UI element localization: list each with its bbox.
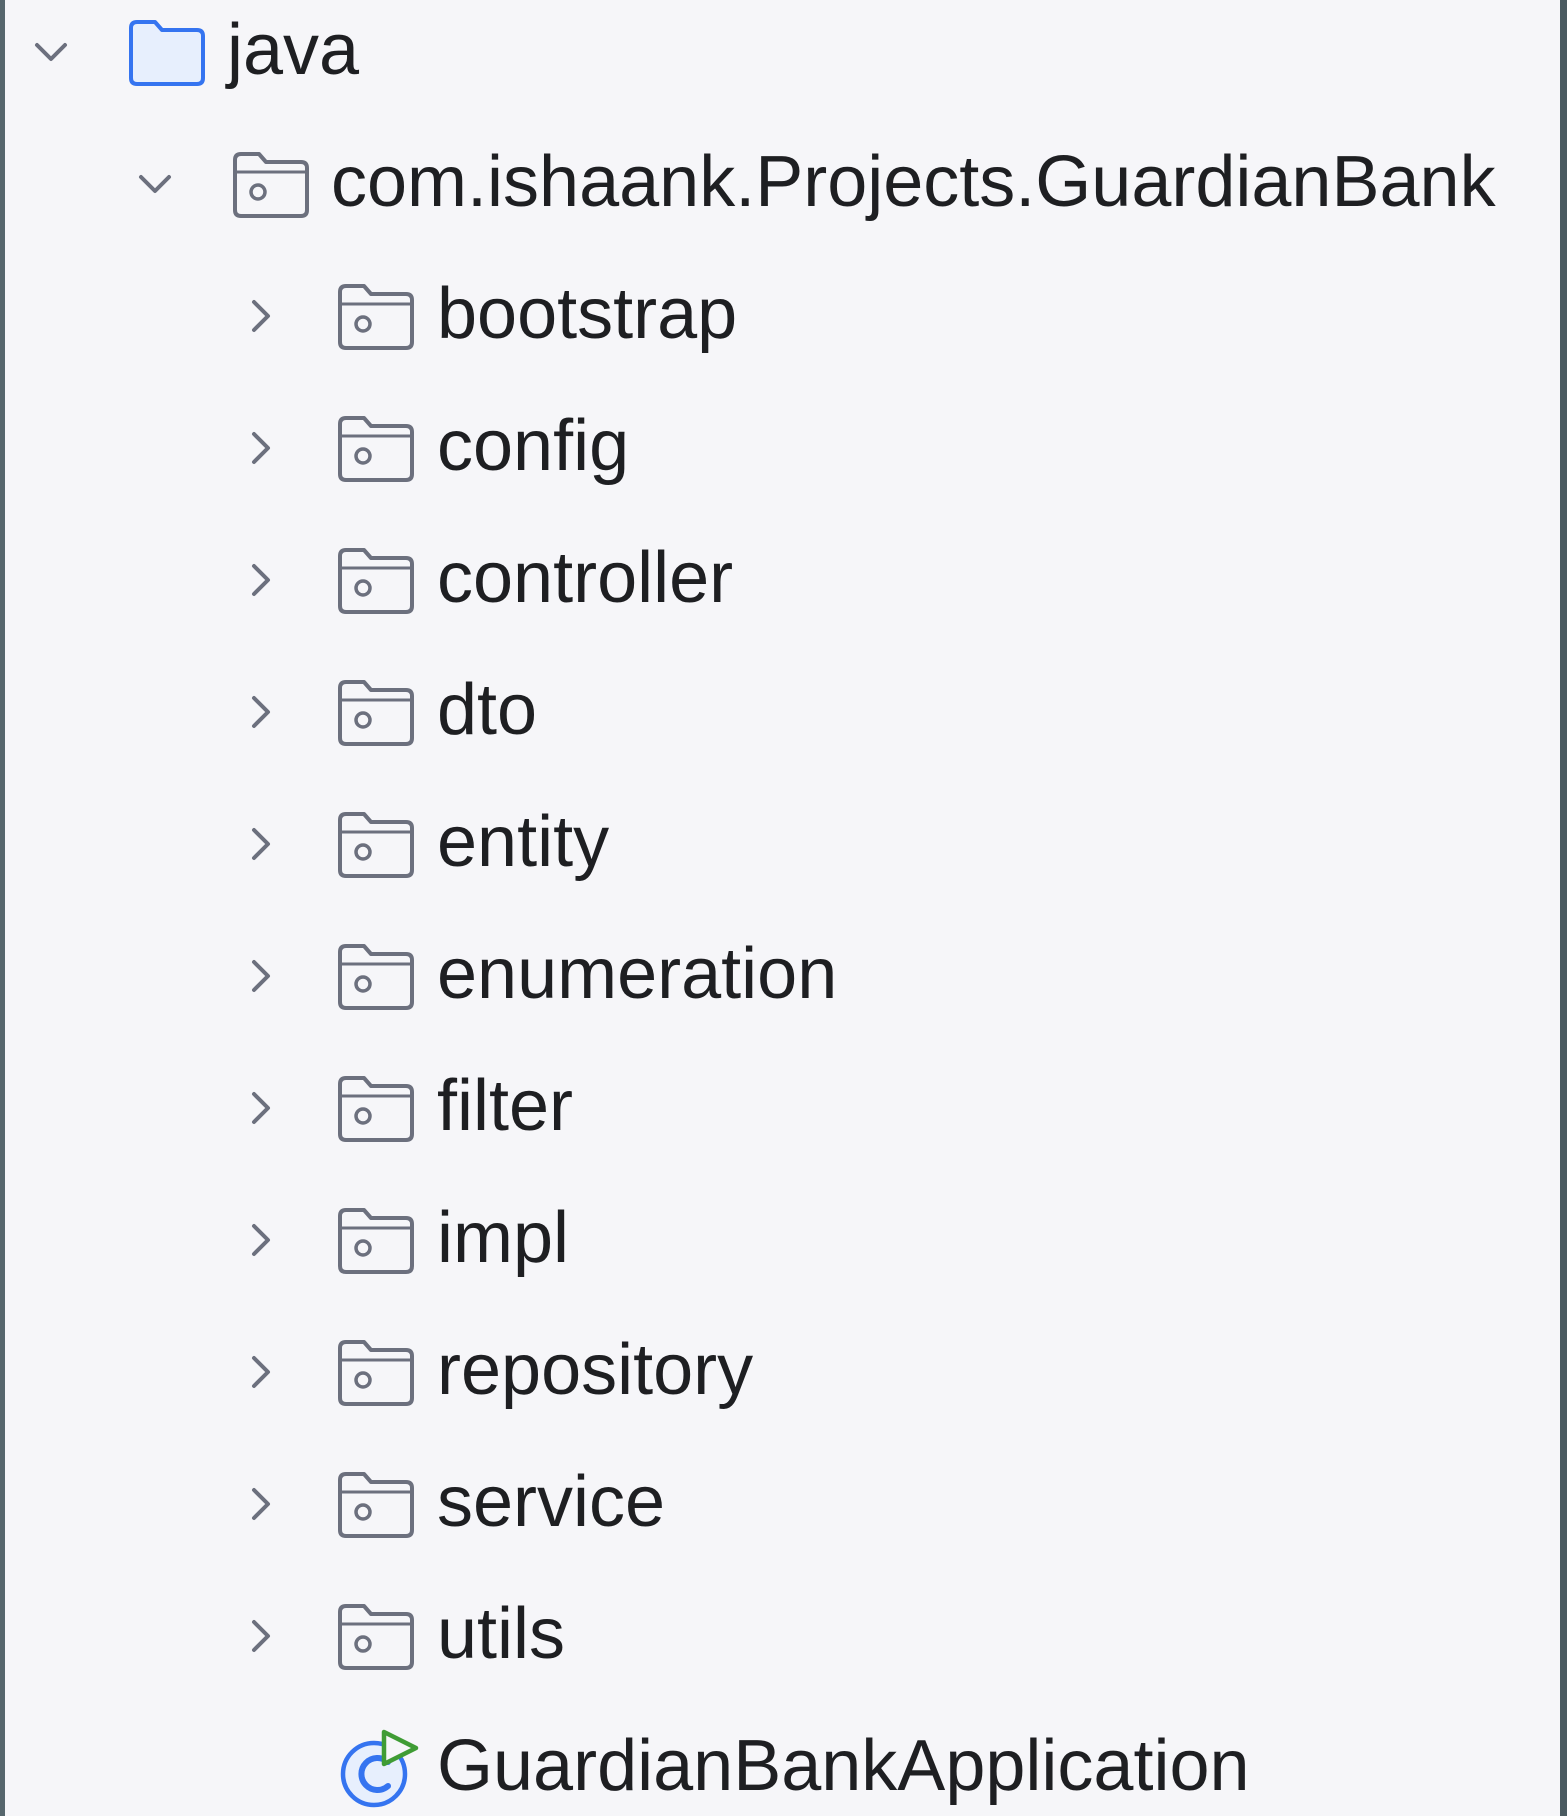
chevron-right-icon[interactable] xyxy=(235,1610,287,1662)
tree-item-label: bootstrap xyxy=(437,274,738,354)
chevron-right-icon[interactable] xyxy=(235,290,287,342)
tree-item-label: enumeration xyxy=(437,934,838,1014)
tree-item-label: impl xyxy=(437,1198,570,1278)
chevron-right-icon[interactable] xyxy=(235,422,287,474)
tree-item-repository[interactable]: repository xyxy=(5,1306,1560,1438)
tree-item-label: com.ishaank.Projects.GuardianBank xyxy=(331,142,1496,222)
tree-item-label: service xyxy=(437,1462,666,1542)
chevron-right-icon[interactable] xyxy=(235,1214,287,1266)
chevron-right-icon[interactable] xyxy=(235,818,287,870)
project-tree: java com.ishaank.Projects.GuardianBank b… xyxy=(5,0,1560,1816)
package-icon xyxy=(231,148,311,220)
chevron-right-icon[interactable] xyxy=(235,554,287,606)
window-right-border xyxy=(1560,0,1567,1816)
package-icon xyxy=(336,412,416,484)
package-icon xyxy=(336,1600,416,1672)
package-icon xyxy=(336,1336,416,1408)
chevron-right-icon[interactable] xyxy=(235,950,287,1002)
tree-item-bootstrap[interactable]: bootstrap xyxy=(5,250,1560,382)
package-icon xyxy=(336,544,416,616)
tree-item-label: java xyxy=(227,10,360,90)
tree-item-label: controller xyxy=(437,538,734,618)
tree-item-config[interactable]: config xyxy=(5,382,1560,514)
tree-item-impl[interactable]: impl xyxy=(5,1174,1560,1306)
tree-item-label: repository xyxy=(437,1330,754,1410)
chevron-down-icon[interactable] xyxy=(25,26,77,78)
chevron-down-icon[interactable] xyxy=(129,158,181,210)
chevron-right-icon[interactable] xyxy=(235,1346,287,1398)
tree-item-label: utils xyxy=(437,1594,566,1674)
tree-item-label: GuardianBankApplication xyxy=(437,1726,1250,1806)
tree-item-java[interactable]: java xyxy=(5,0,1560,118)
tree-item-guardian-bank-application[interactable]: GuardianBankApplication xyxy=(5,1702,1560,1816)
package-icon xyxy=(336,280,416,352)
tree-item-service[interactable]: service xyxy=(5,1438,1560,1570)
tree-item-enumeration[interactable]: enumeration xyxy=(5,910,1560,1042)
package-icon xyxy=(336,1204,416,1276)
tree-item-dto[interactable]: dto xyxy=(5,646,1560,778)
package-icon xyxy=(336,1072,416,1144)
chevron-right-icon[interactable] xyxy=(235,1082,287,1134)
package-icon xyxy=(336,808,416,880)
tree-item-controller[interactable]: controller xyxy=(5,514,1560,646)
tree-item-utils[interactable]: utils xyxy=(5,1570,1560,1702)
package-icon xyxy=(336,940,416,1012)
tree-item-label: dto xyxy=(437,670,538,750)
tree-item-label: config xyxy=(437,406,630,486)
package-icon xyxy=(336,676,416,748)
source-folder-icon xyxy=(127,16,207,88)
chevron-right-icon[interactable] xyxy=(235,1478,287,1530)
tree-item-filter[interactable]: filter xyxy=(5,1042,1560,1174)
spring-boot-application-icon xyxy=(336,1728,420,1812)
tree-item-package-root[interactable]: com.ishaank.Projects.GuardianBank xyxy=(5,118,1560,250)
tree-item-entity[interactable]: entity xyxy=(5,778,1560,910)
tree-item-label: filter xyxy=(437,1066,574,1146)
tree-item-label: entity xyxy=(437,802,610,882)
chevron-right-icon[interactable] xyxy=(235,686,287,738)
package-icon xyxy=(336,1468,416,1540)
